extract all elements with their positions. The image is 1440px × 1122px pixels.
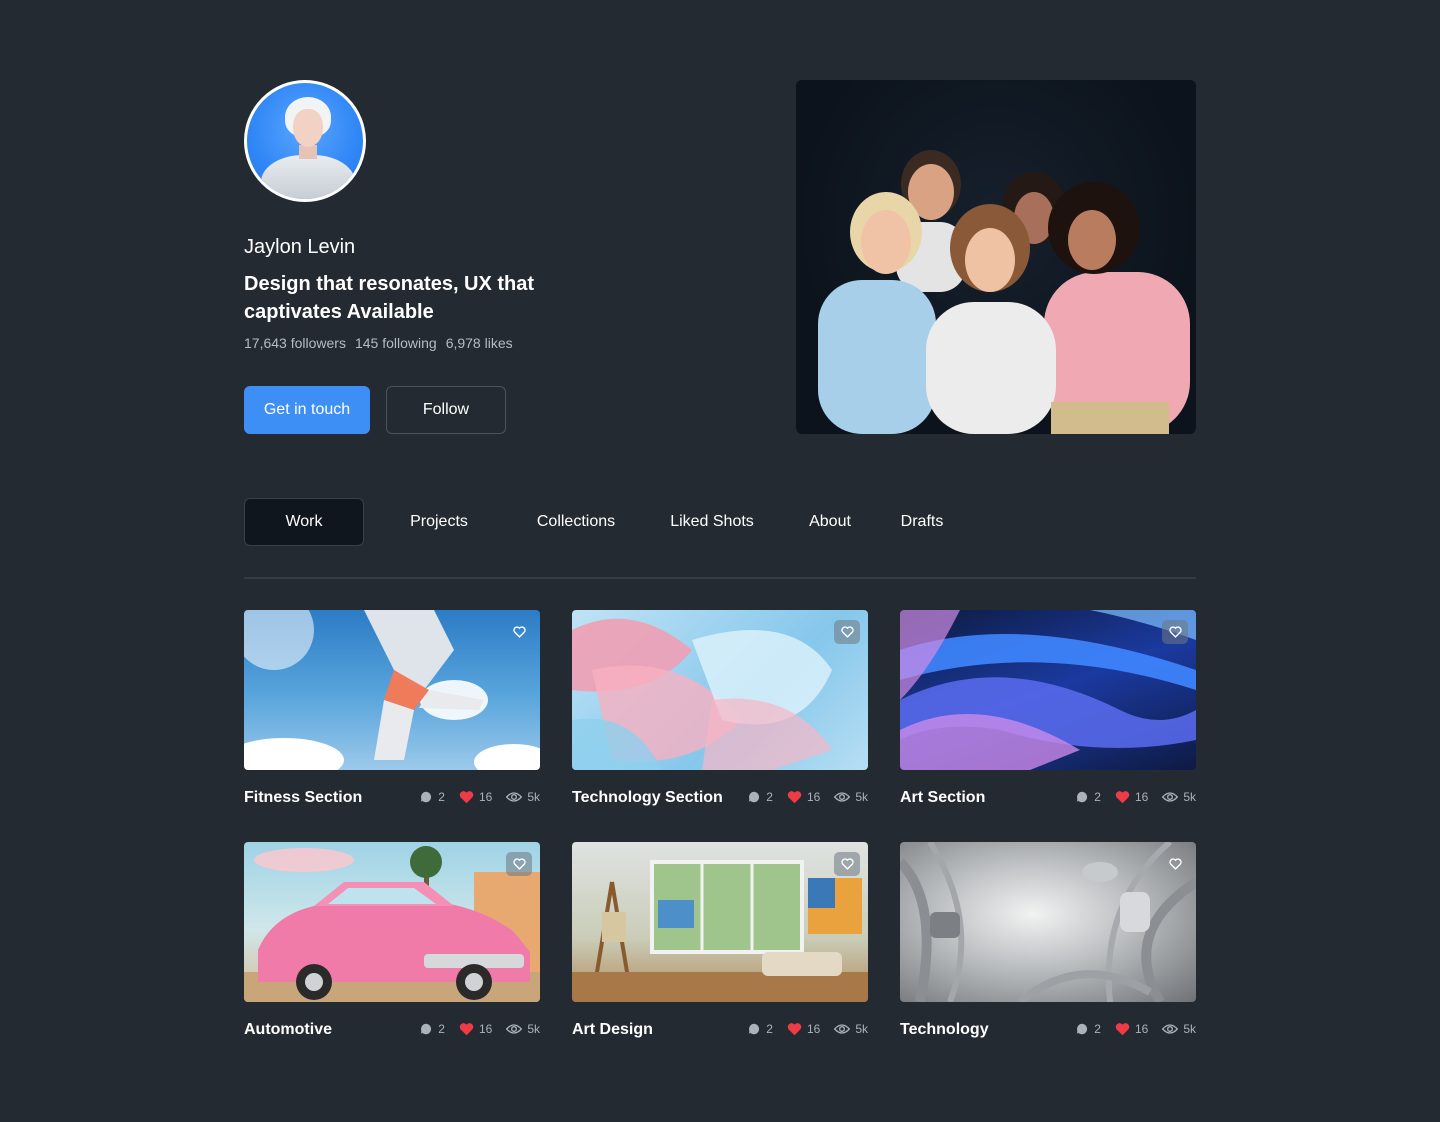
eye-icon <box>506 1024 523 1034</box>
comment-count: 2 <box>1094 790 1101 804</box>
shot-meta: 2 16 5k <box>733 790 868 804</box>
like-button[interactable] <box>834 620 860 644</box>
avatar[interactable] <box>244 80 366 202</box>
comment-icon <box>421 791 432 803</box>
like-button[interactable] <box>1162 620 1188 644</box>
shot-card[interactable]: Art Design 2 16 5k <box>572 842 868 1058</box>
heart-icon <box>787 791 802 804</box>
profile-tagline: Design that resonates, UX that captivate… <box>244 273 535 323</box>
view-count: 5k <box>1183 790 1196 804</box>
shot-thumbnail[interactable] <box>900 842 1196 1002</box>
tab-drafts[interactable]: Drafts <box>890 498 954 546</box>
tab-collections[interactable]: Collections <box>522 498 630 546</box>
shot-card[interactable]: Art Section 2 16 5k <box>900 610 1196 826</box>
like-button[interactable] <box>506 852 532 876</box>
view-count: 5k <box>527 790 540 804</box>
shot-meta: 2 16 5k <box>733 1022 868 1036</box>
group-photo-illustration <box>818 150 1190 434</box>
get-in-touch-button[interactable]: Get in touch <box>244 386 370 434</box>
shot-card[interactable]: Technology 2 16 5k <box>900 842 1196 1058</box>
like-count: 16 <box>478 1022 493 1036</box>
profile-stats: 17,643 followers 145 following 6,978 lik… <box>244 335 513 351</box>
tabs-divider <box>244 577 1196 579</box>
heart-icon <box>459 1023 474 1036</box>
shot-thumbnail[interactable] <box>244 842 540 1002</box>
shot-meta: 2 16 5k <box>405 790 540 804</box>
heart-icon <box>459 791 474 804</box>
comment-icon <box>749 791 760 803</box>
comment-count: 2 <box>1094 1022 1101 1036</box>
shot-title[interactable]: Technology Section <box>572 789 723 807</box>
comment-icon <box>1077 1023 1088 1035</box>
shot-card[interactable]: Technology Section 2 16 5k <box>572 610 868 826</box>
shot-meta: 2 16 5k <box>1061 790 1196 804</box>
like-count: 16 <box>1134 790 1149 804</box>
comment-count: 2 <box>766 1022 773 1036</box>
eye-icon <box>1162 1024 1179 1034</box>
shot-title[interactable]: Art Design <box>572 1021 653 1039</box>
tab-work[interactable]: Work <box>244 498 364 546</box>
shot-card[interactable]: Fitness Section 2 16 5k <box>244 610 540 826</box>
eye-icon <box>506 792 523 802</box>
like-count: 16 <box>1134 1022 1149 1036</box>
shot-title[interactable]: Fitness Section <box>244 789 362 807</box>
shot-thumbnail[interactable] <box>900 610 1196 770</box>
comment-count: 2 <box>438 1022 445 1036</box>
shot-title[interactable]: Automotive <box>244 1021 332 1039</box>
like-button[interactable] <box>1162 852 1188 876</box>
view-count: 5k <box>527 1022 540 1036</box>
tab-about[interactable]: About <box>800 498 860 546</box>
heart-icon <box>1115 1023 1130 1036</box>
follow-button[interactable]: Follow <box>386 386 506 434</box>
shot-card[interactable]: Automotive 2 16 5k <box>244 842 540 1058</box>
shot-thumbnail[interactable] <box>572 610 868 770</box>
profile-page: Jaylon Levin Design that resonates, UX t… <box>0 0 1440 1122</box>
followers-count[interactable]: 17,643 followers <box>244 335 346 351</box>
view-count: 5k <box>855 790 868 804</box>
heart-outline-icon <box>1168 858 1182 870</box>
shot-title[interactable]: Art Section <box>900 789 985 807</box>
shot-meta: 2 16 5k <box>405 1022 540 1036</box>
heart-icon <box>787 1023 802 1036</box>
comment-icon <box>421 1023 432 1035</box>
comment-count: 2 <box>766 790 773 804</box>
shot-meta: 2 16 5k <box>1061 1022 1196 1036</box>
shot-thumbnail[interactable] <box>244 610 540 770</box>
heart-outline-icon <box>512 858 526 870</box>
following-count[interactable]: 145 following <box>355 335 437 351</box>
shot-title[interactable]: Technology <box>900 1021 989 1039</box>
heart-outline-icon <box>1168 626 1182 638</box>
eye-icon <box>834 792 851 802</box>
tab-projects[interactable]: Projects <box>394 498 484 546</box>
shot-thumbnail[interactable] <box>572 842 868 1002</box>
comment-icon <box>1077 791 1088 803</box>
eye-icon <box>1162 792 1179 802</box>
heart-outline-icon <box>512 626 526 638</box>
heart-outline-icon <box>840 858 854 870</box>
eye-icon <box>834 1024 851 1034</box>
cover-image <box>796 80 1196 434</box>
like-button[interactable] <box>506 620 532 644</box>
like-count: 16 <box>478 790 493 804</box>
view-count: 5k <box>855 1022 868 1036</box>
like-count: 16 <box>806 1022 821 1036</box>
profile-name: Jaylon Levin <box>244 236 356 258</box>
heart-icon <box>1115 791 1130 804</box>
like-count: 16 <box>806 790 821 804</box>
comment-icon <box>749 1023 760 1035</box>
likes-count: 6,978 likes <box>445 335 513 351</box>
heart-outline-icon <box>840 626 854 638</box>
view-count: 5k <box>1183 1022 1196 1036</box>
comment-count: 2 <box>438 790 445 804</box>
like-button[interactable] <box>834 852 860 876</box>
tab-liked-shots[interactable]: Liked Shots <box>658 498 766 546</box>
